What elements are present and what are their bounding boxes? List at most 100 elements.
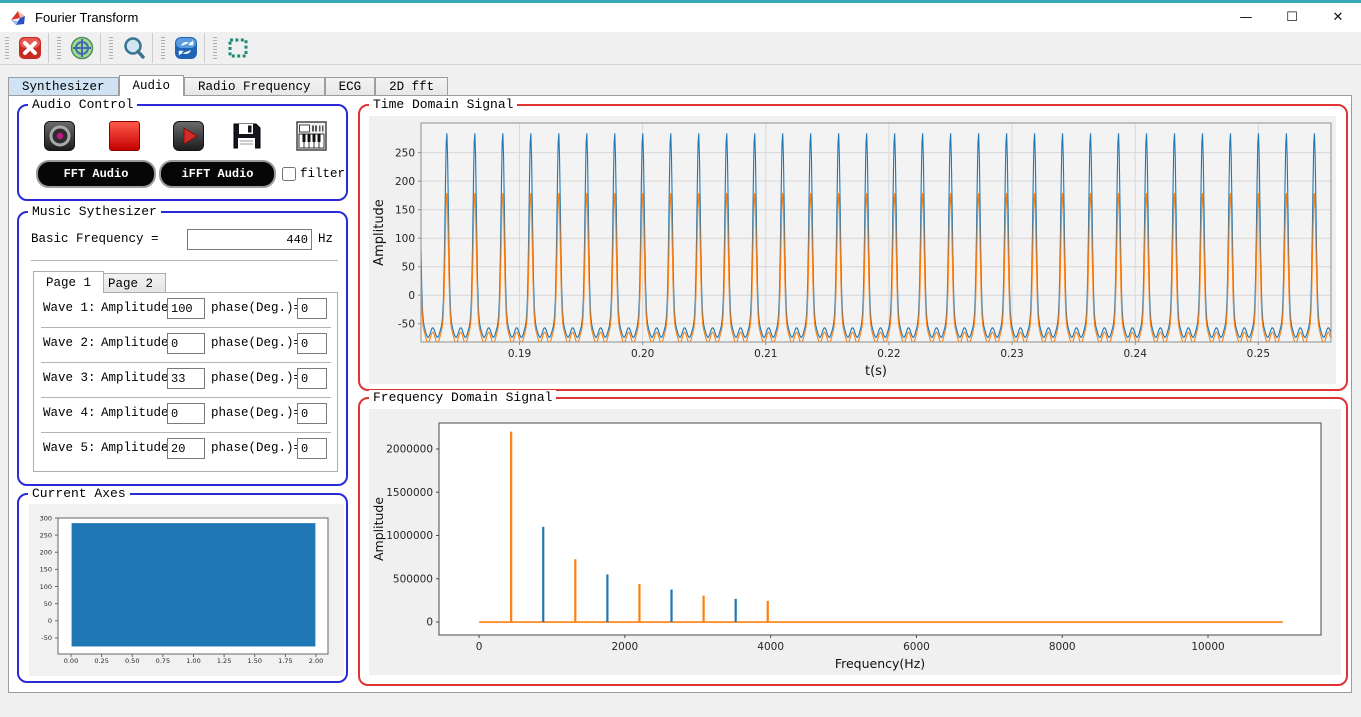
wave-4-phase-input[interactable]	[297, 403, 327, 424]
tab-ecg[interactable]: ECG	[324, 77, 376, 96]
close-button[interactable]: ✕	[1315, 3, 1361, 32]
separator	[31, 260, 338, 261]
tab-2d-fft[interactable]: 2D fft	[375, 77, 449, 96]
wave-4-amplitude-input[interactable]	[167, 403, 205, 424]
toolbar-drag-handle[interactable]	[5, 37, 9, 59]
basic-frequency-input[interactable]	[187, 229, 312, 250]
toolbar-separator	[152, 33, 153, 63]
separator	[41, 327, 331, 328]
page-1-tab[interactable]: Page 1	[33, 271, 105, 293]
time-domain-group: Time Domain Signal 0.19 0.20 0.21 0.22 0.23 0…	[358, 97, 1348, 391]
svg-text:1000000: 1000000	[386, 530, 433, 542]
tab-synthesizer[interactable]: Synthesizer	[8, 77, 119, 96]
select-region-dashed-icon	[228, 38, 248, 58]
wave-1-phase-input[interactable]	[297, 298, 327, 319]
refresh-sync-icon	[175, 37, 197, 59]
svg-text:0: 0	[476, 641, 483, 653]
toolbar-drag-handle[interactable]	[109, 37, 113, 59]
svg-text:500000: 500000	[393, 573, 433, 585]
basic-frequency-label: Basic Frequency =	[31, 232, 159, 246]
toolbar-separator	[100, 33, 101, 63]
toolbar-drag-handle[interactable]	[57, 37, 61, 59]
time-domain-group-title: Time Domain Signal	[369, 97, 518, 112]
title-bar: Fourier Transform — ☐ ✕	[0, 3, 1361, 32]
delete-tool-button[interactable]	[15, 34, 45, 62]
select-region-tool-button[interactable]	[223, 34, 253, 62]
wave-1-amplitude-input[interactable]	[167, 298, 205, 319]
maximize-button[interactable]: ☐	[1269, 3, 1315, 32]
toolbar-separator	[48, 33, 49, 63]
stop-button[interactable]	[109, 121, 140, 151]
svg-text:300: 300	[40, 514, 52, 522]
current-axes-group: Current Axes 0.00 0.25 0.50 0.75 1.00 1.25 1.5…	[17, 486, 348, 683]
svg-text:0.20: 0.20	[631, 348, 654, 360]
refresh-tool-button[interactable]	[171, 34, 201, 62]
svg-text:2000000: 2000000	[386, 444, 433, 456]
wave-5-label: Wave 5:	[43, 441, 96, 455]
ifft-audio-button[interactable]: iFFT Audio	[159, 160, 276, 188]
minimize-button[interactable]: —	[1223, 3, 1269, 32]
svg-text:50: 50	[44, 600, 52, 608]
toolbar-drag-handle[interactable]	[161, 37, 165, 59]
svg-text:50: 50	[402, 261, 415, 273]
app-icon	[11, 10, 25, 25]
svg-text:1.50: 1.50	[248, 657, 262, 665]
frequency-domain-group: Frequency Domain Signal 0 2000 4000 6000 800…	[358, 390, 1348, 686]
wave-1-label: Wave 1:	[43, 301, 96, 315]
tab-audio[interactable]: Audio	[118, 75, 185, 96]
wave-2-phase-label: phase(Deg.)=	[211, 336, 302, 350]
page-2-tab[interactable]: Page 2	[95, 273, 167, 293]
wave-2-phase-input[interactable]	[297, 333, 327, 354]
svg-text:0.75: 0.75	[156, 657, 170, 665]
svg-text:100: 100	[395, 233, 415, 245]
save-button[interactable]	[231, 121, 262, 151]
zoom-magnifier-icon	[124, 37, 145, 59]
audio-tab-page: Audio Control FFT Audio iFFT Audio filte…	[8, 95, 1352, 693]
zoom-tool-button[interactable]	[119, 34, 149, 62]
wave-2-label: Wave 2:	[43, 336, 96, 350]
svg-text:250: 250	[395, 147, 415, 159]
svg-text:200: 200	[40, 549, 52, 557]
svg-text:0.19: 0.19	[508, 348, 531, 360]
wave-5-phase-input[interactable]	[297, 438, 327, 459]
time-domain-plot: 0.19 0.20 0.21 0.22 0.23 0.24 0.25 -50 0 50 100 150…	[369, 116, 1336, 384]
record-button[interactable]	[44, 121, 75, 151]
fft-audio-button[interactable]: FFT Audio	[36, 160, 156, 188]
frequency-domain-group-title: Frequency Domain Signal	[369, 390, 557, 405]
current-axes-plot: 0.00 0.25 0.50 0.75 1.00 1.25 1.50 1.75 2.00 -50 0…	[29, 504, 344, 676]
svg-text:t(s): t(s)	[865, 364, 887, 379]
svg-text:0.23: 0.23	[1000, 348, 1023, 360]
music-synthesizer-group-title: Music Sythesizer	[28, 204, 161, 219]
svg-text:0: 0	[408, 290, 415, 302]
toolbar-separator	[204, 33, 205, 63]
filter-checkbox[interactable]	[282, 167, 296, 181]
wave-2-amplitude-input[interactable]	[167, 333, 205, 354]
synthesizer-keyboard-button[interactable]	[296, 121, 327, 151]
svg-text:100: 100	[40, 583, 52, 591]
record-icon	[49, 125, 70, 147]
svg-text:1500000: 1500000	[386, 487, 433, 499]
wave-3-phase-input[interactable]	[297, 368, 327, 389]
filter-checkbox-label: filter	[300, 167, 346, 181]
svg-text:10000: 10000	[1191, 641, 1224, 653]
wave-5-amplitude-input[interactable]	[167, 438, 205, 459]
main-tab-bar: Synthesizer Audio Radio Frequency ECG 2D…	[8, 75, 449, 96]
svg-text:0.22: 0.22	[877, 348, 900, 360]
save-floppy-icon	[233, 123, 261, 149]
play-button[interactable]	[173, 121, 204, 151]
frequency-domain-figure: 0 2000 4000 6000 8000 10000 0 500000 1000000 1500…	[369, 409, 1341, 680]
wave-3-phase-label: phase(Deg.)=	[211, 371, 302, 385]
tab-radio-frequency[interactable]: Radio Frequency	[184, 77, 325, 96]
svg-text:0.25: 0.25	[1247, 348, 1270, 360]
svg-text:1.00: 1.00	[186, 657, 200, 665]
svg-text:0.24: 0.24	[1124, 348, 1148, 360]
frequency-domain-plot: 0 2000 4000 6000 8000 10000 0 500000 1000000 1500…	[369, 409, 1341, 675]
svg-text:250: 250	[40, 531, 52, 539]
svg-text:150: 150	[40, 566, 52, 574]
toolbar-drag-handle[interactable]	[213, 37, 217, 59]
svg-text:-50: -50	[398, 318, 415, 330]
target-tool-button[interactable]	[67, 34, 97, 62]
svg-text:1.75: 1.75	[278, 657, 292, 665]
separator	[41, 397, 331, 398]
wave-3-amplitude-input[interactable]	[167, 368, 205, 389]
